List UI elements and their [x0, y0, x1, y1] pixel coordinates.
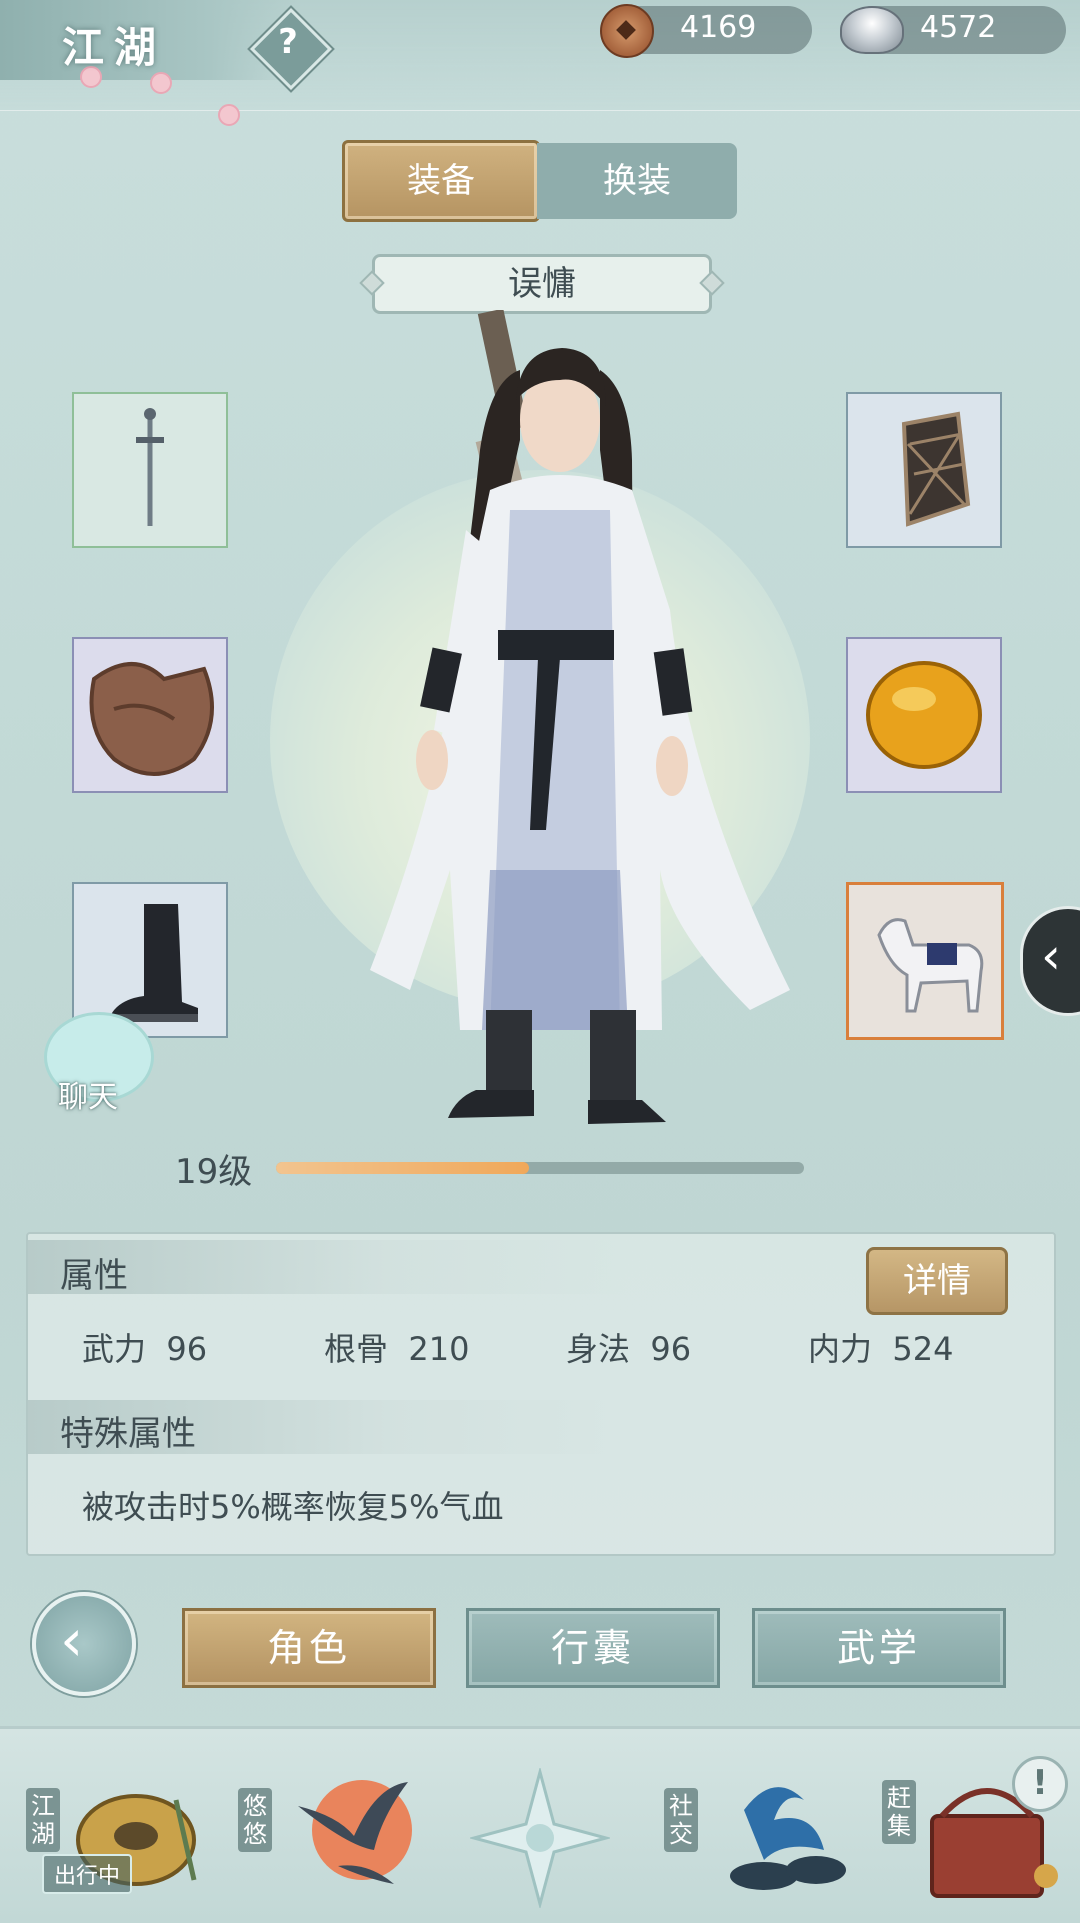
equip-slot-weapon[interactable]	[72, 392, 228, 548]
special-attributes-title: 特殊属性	[60, 1414, 196, 1454]
tab-outfit[interactable]: 换装	[537, 143, 737, 219]
travel-status-badge: 出行中	[42, 1854, 133, 1894]
stat-shenfa: 身法 96	[566, 1324, 691, 1370]
menu-martial-arts-button[interactable]: 武学	[752, 1608, 1006, 1688]
chat-label[interactable]: 聊天	[58, 1072, 118, 1116]
stat-name: 内力	[808, 1330, 873, 1368]
horse-mount-icon	[877, 918, 984, 1013]
equip-slot-mount[interactable]	[846, 882, 1004, 1040]
menu-bag-button[interactable]: 行囊	[466, 1608, 720, 1688]
nav-label-jianghu: 江湖	[26, 1788, 60, 1852]
help-icon[interactable]: ?	[268, 22, 308, 70]
character-model[interactable]	[370, 310, 810, 1140]
amber-gem-icon	[866, 661, 982, 769]
stat-gengu: 根骨 210	[324, 1324, 469, 1370]
stat-neili: 内力 524	[808, 1324, 953, 1370]
silver-ingot-icon	[840, 6, 904, 54]
back-arrow-icon: ‹	[60, 1606, 84, 1674]
stat-value: 96	[166, 1330, 208, 1368]
menu-character-button[interactable]: 角色	[182, 1608, 436, 1688]
stat-wuli: 武力 96	[82, 1324, 207, 1370]
equip-slot-accessory[interactable]	[846, 637, 1002, 793]
nav-item-youyou[interactable]: 悠悠	[238, 1760, 428, 1910]
stat-name: 身法	[566, 1330, 631, 1368]
nav-label-social: 社交	[664, 1788, 698, 1852]
back-button[interactable]: ‹	[32, 1592, 136, 1696]
side-panel-toggle[interactable]: ‹	[1020, 906, 1080, 1016]
wave-bowl-icon	[730, 1787, 846, 1890]
nav-item-center[interactable]	[462, 1768, 618, 1908]
nav-item-jianghu[interactable]: 江湖 出行中	[26, 1760, 216, 1910]
copper-coin-icon	[600, 4, 654, 58]
page-title: 江湖	[62, 23, 167, 72]
special-attribute-text: 被攻击时5%概率恢复5%气血	[82, 1488, 504, 1526]
details-button[interactable]: 详情	[866, 1247, 1008, 1315]
armor-icon	[89, 662, 214, 776]
tab-equipment[interactable]: 装备	[342, 140, 540, 222]
blossom-decoration	[218, 104, 240, 126]
blossom-decoration	[150, 72, 172, 94]
exp-bar	[276, 1162, 804, 1174]
stat-value: 524	[892, 1330, 954, 1368]
compass-star-icon	[470, 1768, 610, 1908]
nav-label-market: 赶集	[882, 1780, 916, 1844]
stat-name: 根骨	[324, 1330, 389, 1368]
attributes-title: 属性	[60, 1256, 128, 1296]
character-name: 误慵	[372, 254, 712, 314]
stat-value: 210	[408, 1330, 470, 1368]
stat-name: 武力	[82, 1330, 147, 1368]
sword-icon	[136, 408, 164, 526]
exp-bar-fill	[276, 1162, 530, 1174]
equip-slot-bracer[interactable]	[846, 392, 1002, 548]
stat-value: 96	[650, 1330, 692, 1368]
bracer-icon	[901, 411, 971, 527]
alert-badge[interactable]: !	[1012, 1756, 1068, 1812]
swallow-icon	[298, 1780, 412, 1884]
equip-slot-armor[interactable]	[72, 637, 228, 793]
character-level: 19级	[175, 1152, 253, 1192]
silver-amount: 4572	[920, 10, 997, 45]
nav-label-youyou: 悠悠	[238, 1788, 272, 1852]
copper-amount: 4169	[680, 10, 757, 45]
chevron-left-icon: ‹	[1041, 927, 1061, 985]
nav-item-social[interactable]: 社交	[664, 1760, 854, 1910]
